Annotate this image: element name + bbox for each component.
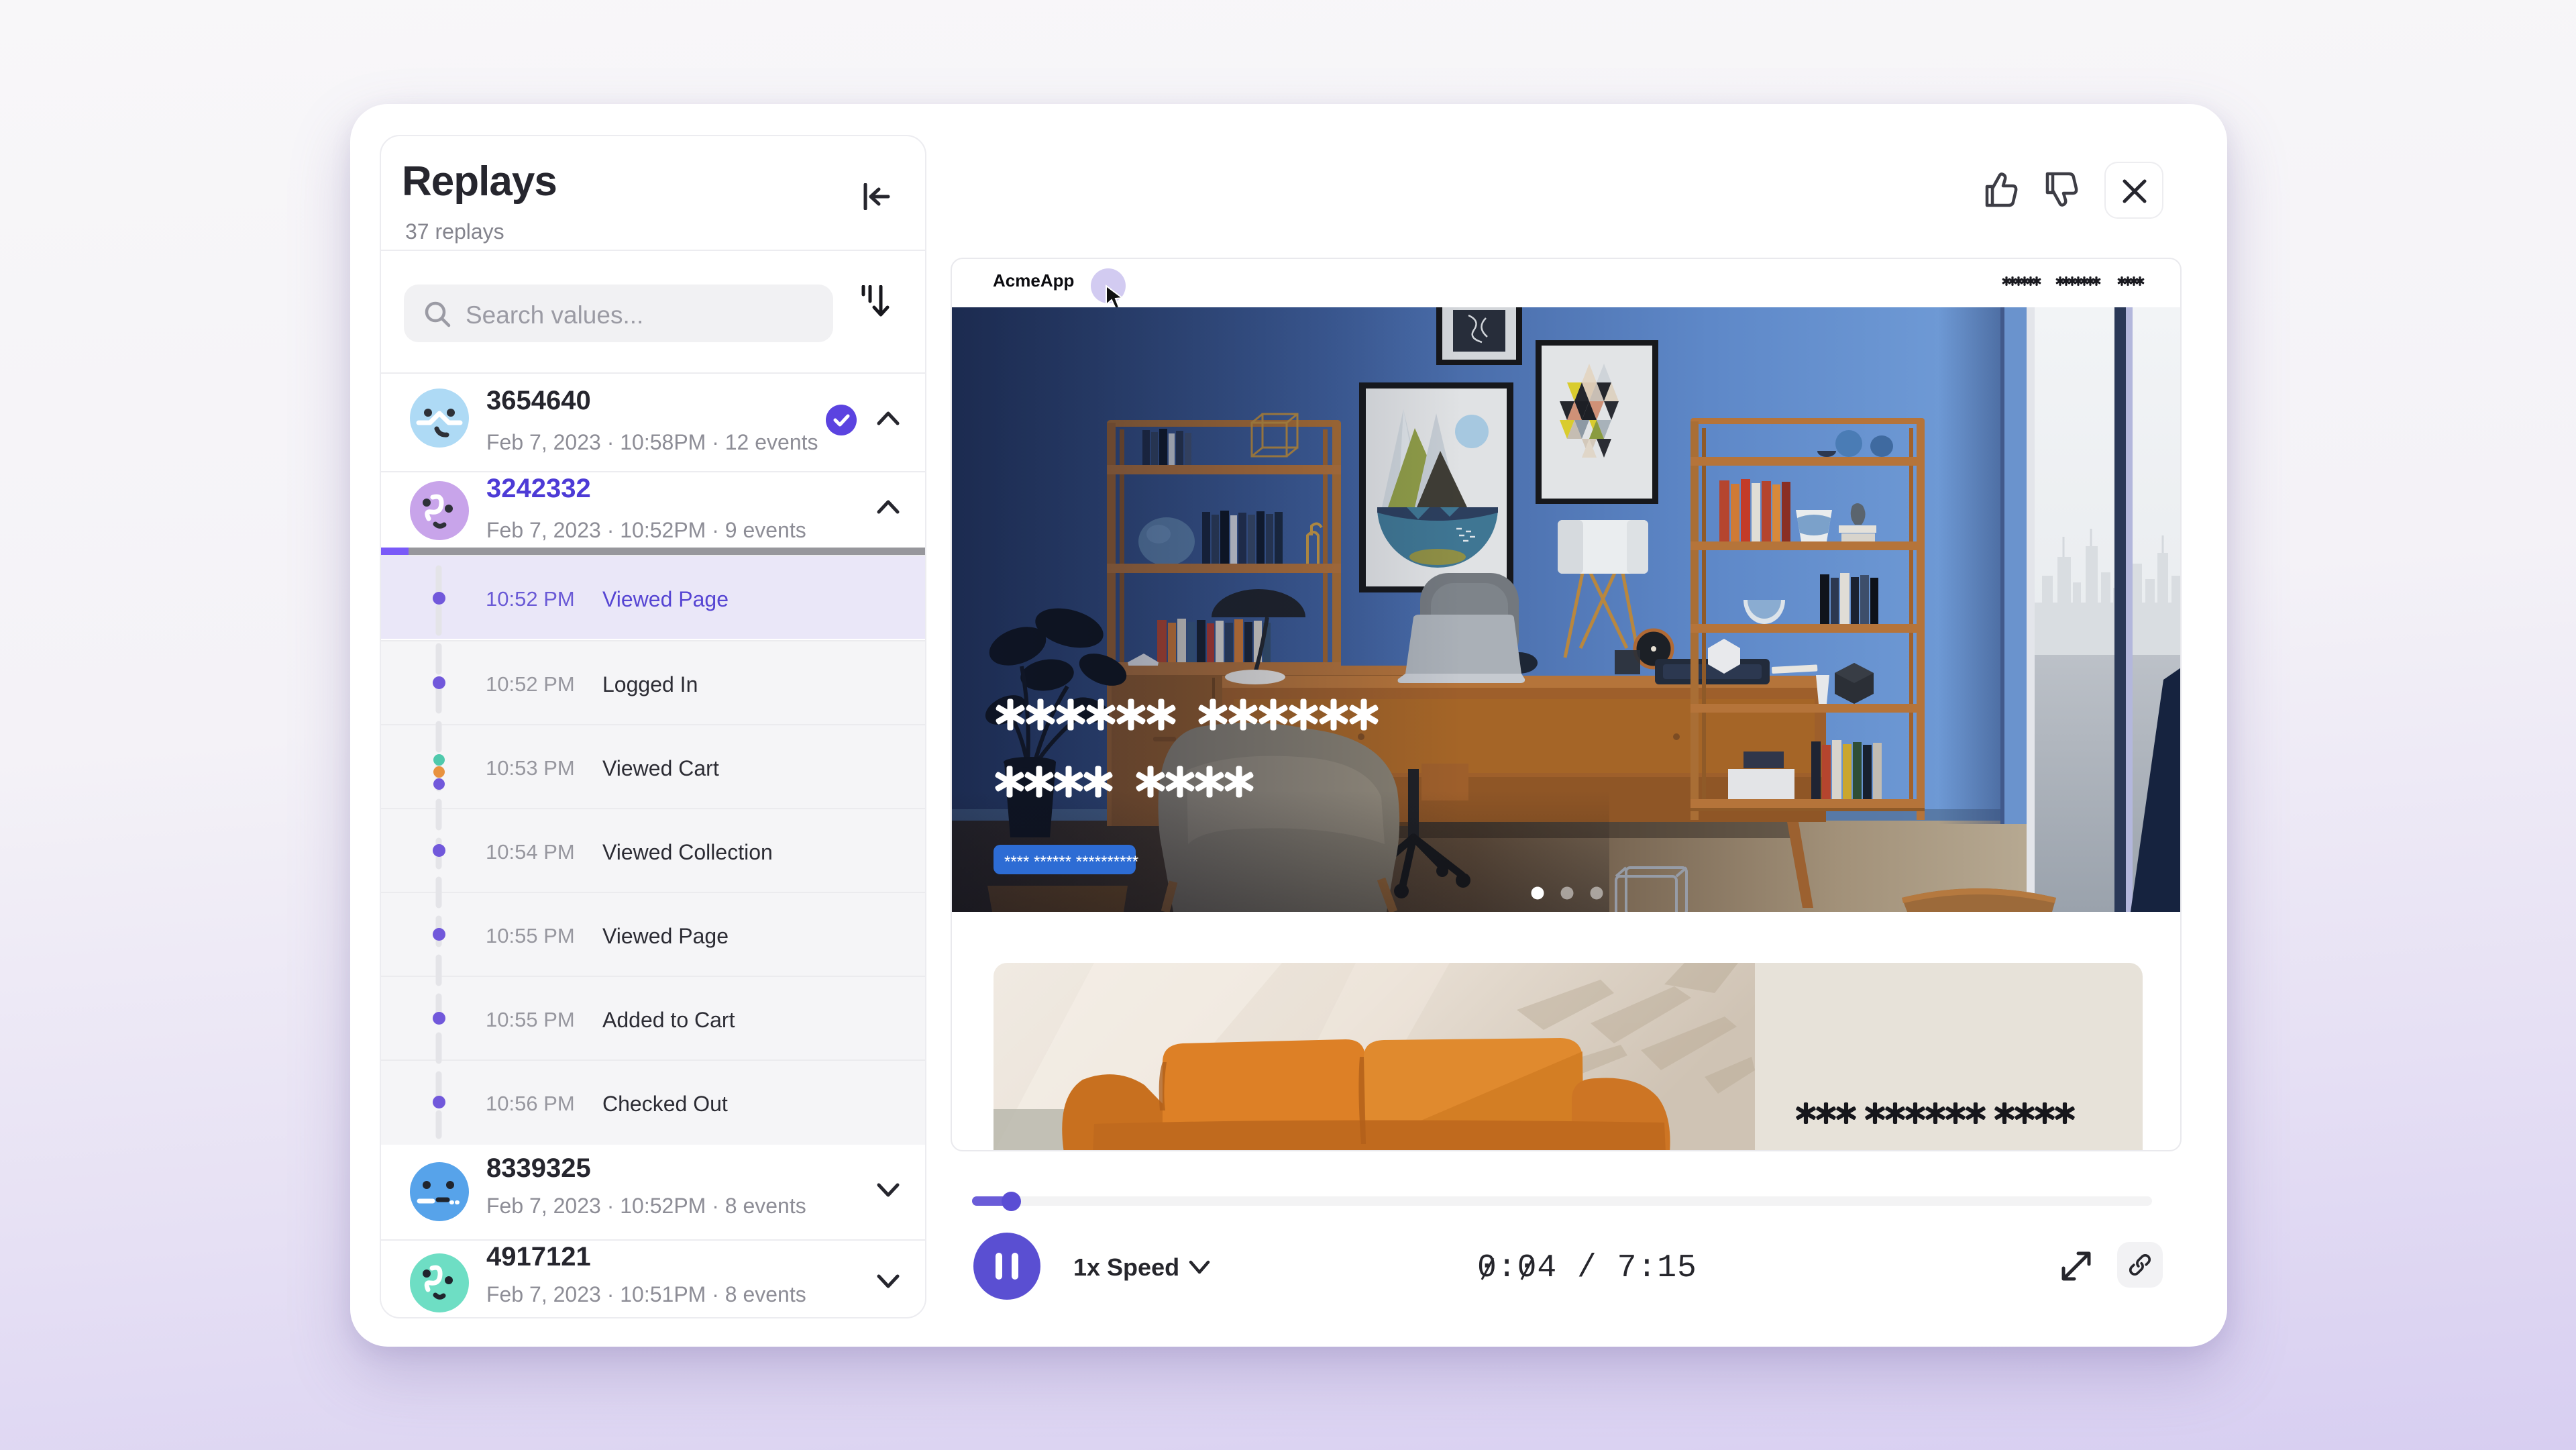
svg-text:**** ****** **********: **** ****** ********** — [1004, 853, 1138, 871]
